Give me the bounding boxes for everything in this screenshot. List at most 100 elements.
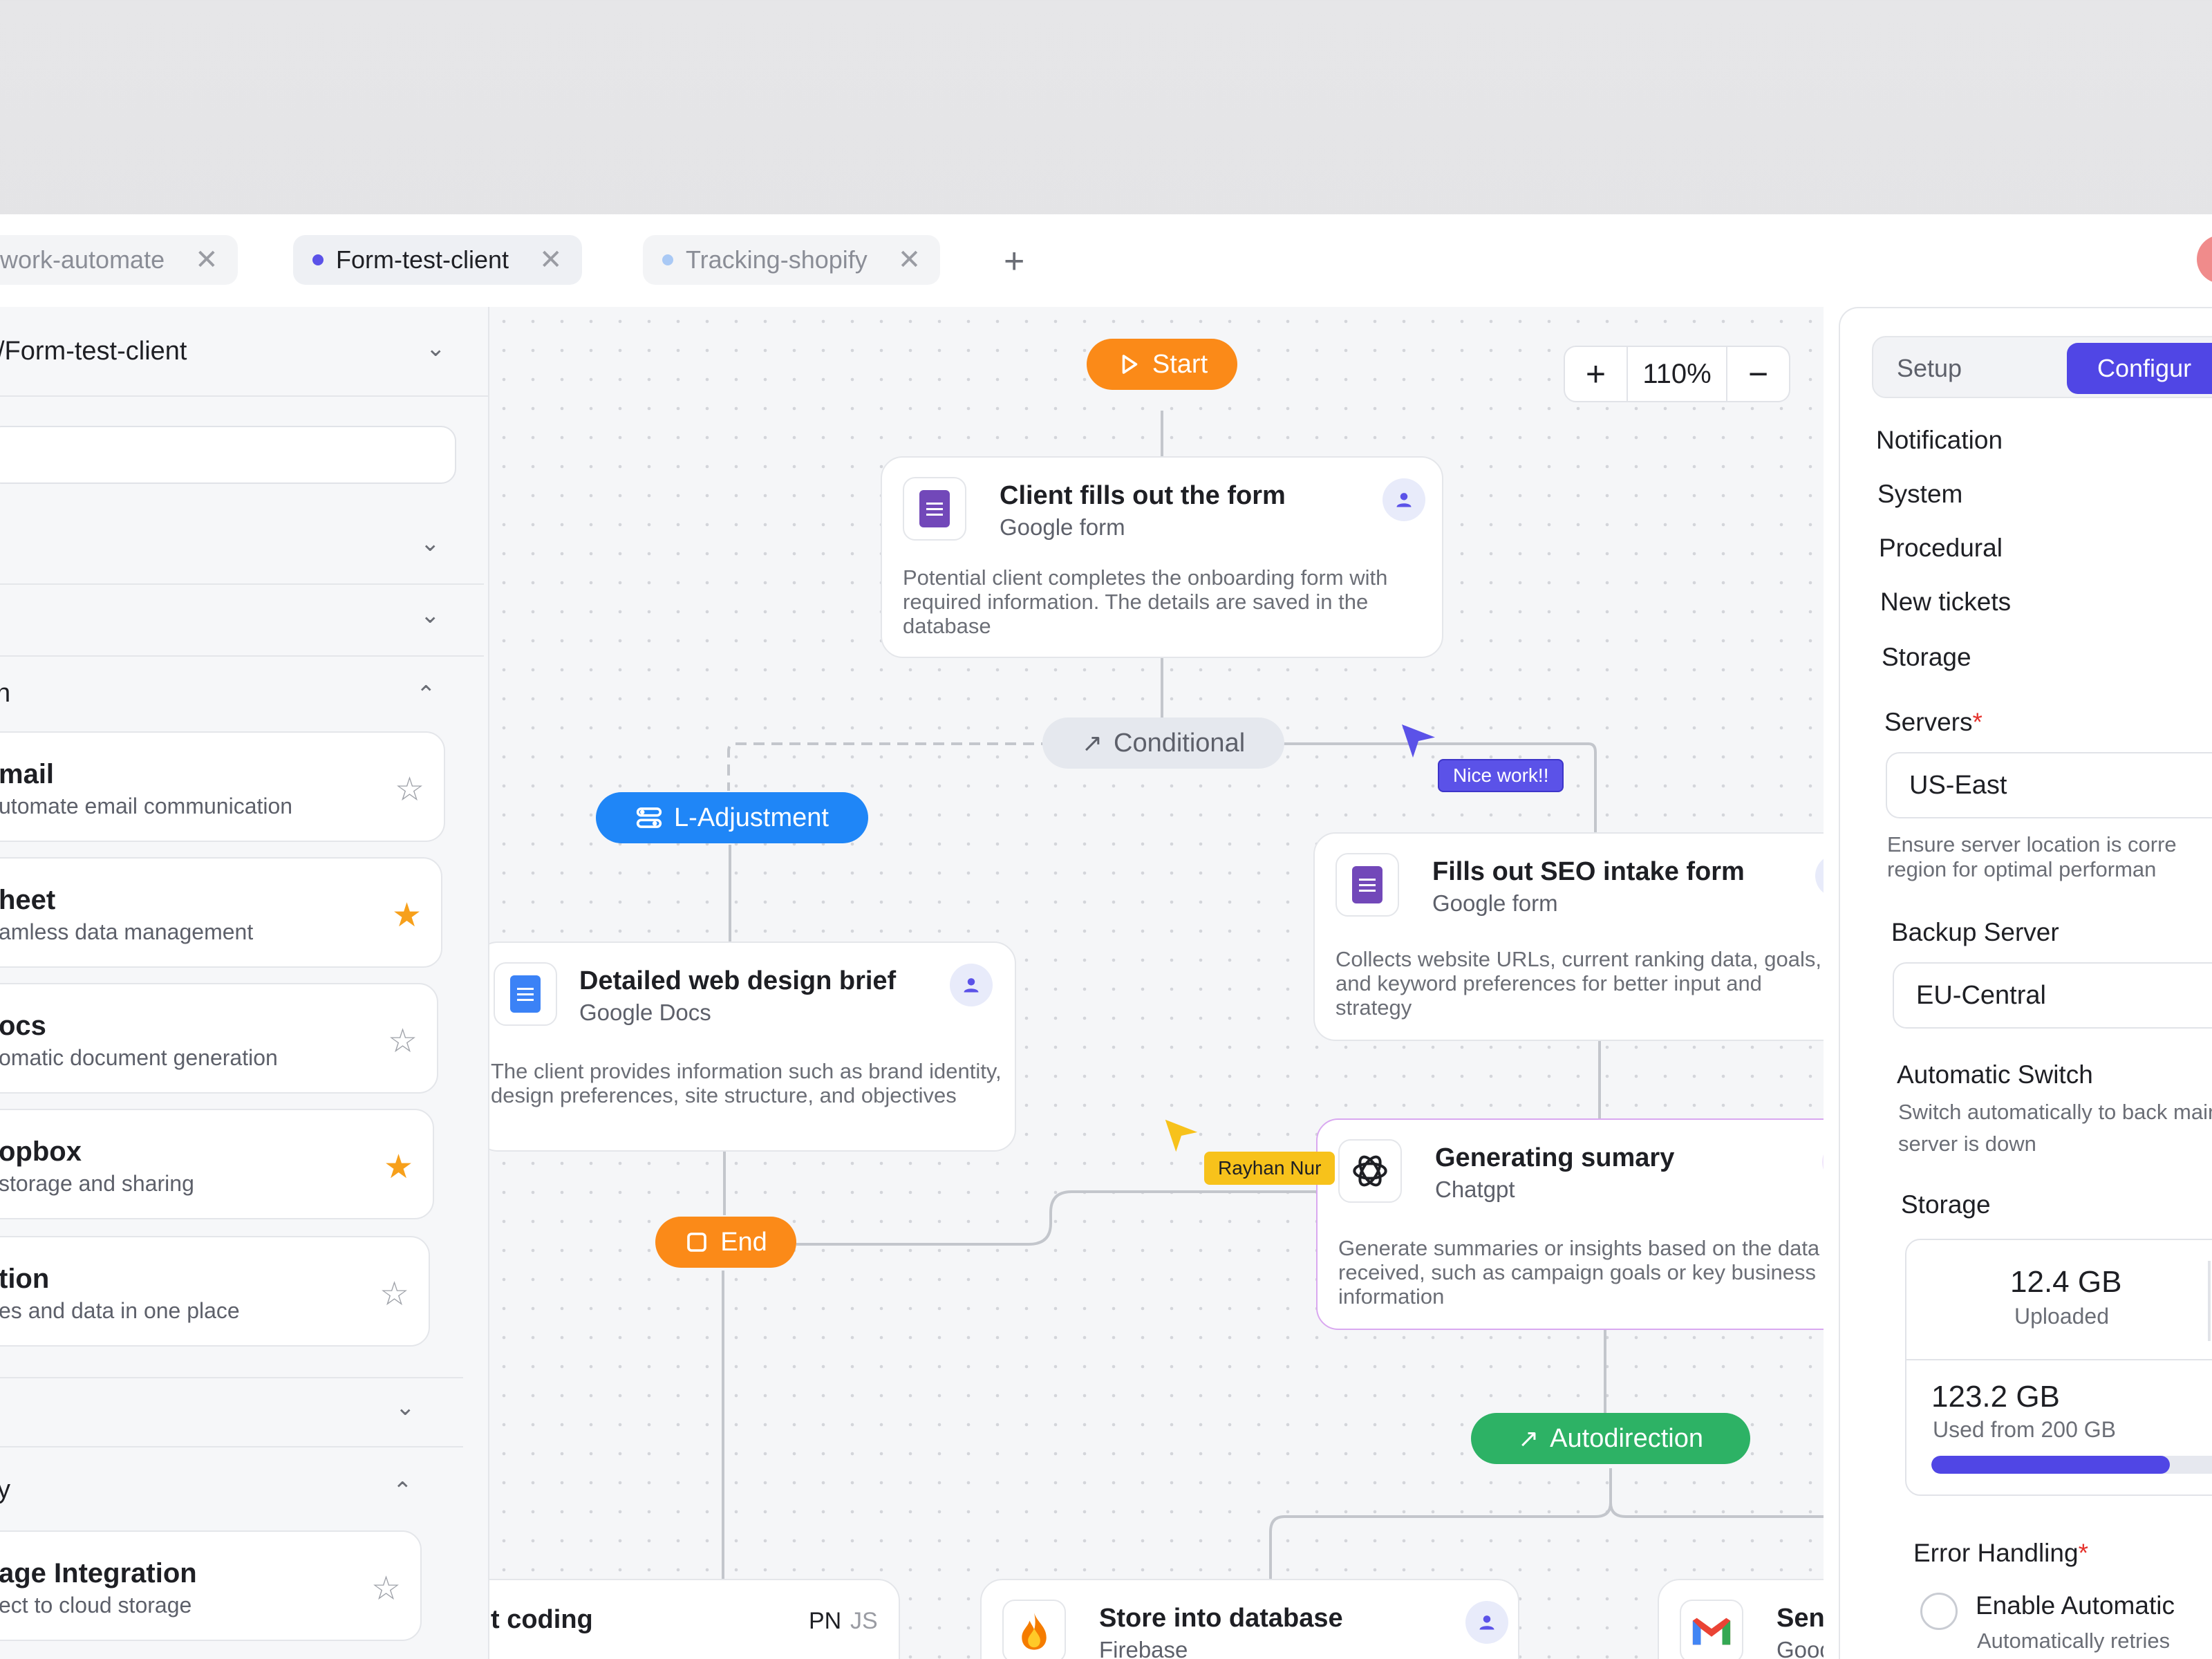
node-web-design-brief[interactable]: Detailed web design brief Google Docs Th… (489, 941, 1016, 1152)
integration-card-storage[interactable]: age Integration ect to cloud storage ☆ (0, 1530, 422, 1641)
google-form-icon (903, 477, 966, 541)
notification-item-system[interactable]: System (1877, 480, 1962, 509)
search-input[interactable] (0, 426, 456, 484)
notification-item-procedural[interactable]: Procedural (1879, 534, 2003, 563)
tab-setup[interactable]: Setup (1897, 343, 1962, 394)
node-client-form[interactable]: Client fills out the form Google form Po… (881, 456, 1443, 658)
node-coding[interactable]: t coding PN JS (489, 1579, 900, 1659)
google-docs-icon (494, 962, 557, 1026)
google-form-icon (1335, 853, 1399, 917)
autodirection-node[interactable]: ↗ Autodirection (1471, 1413, 1750, 1464)
zoom-out-button[interactable]: − (1727, 347, 1789, 401)
storage-summary: 12.4 GB Uploaded 123.2 GB Used from 200 … (1905, 1239, 2212, 1496)
node-title: Store into database (1099, 1604, 1343, 1633)
sidebar-section-integrations[interactable]: n ⌄ (0, 658, 484, 729)
node-title: Generating sumary (1435, 1143, 1675, 1172)
close-icon[interactable]: ✕ (898, 244, 921, 276)
chevron-down-icon: ⌄ (395, 1394, 415, 1421)
tag-js[interactable]: JS (850, 1608, 878, 1635)
arrow-up-right-icon: ↗ (1081, 729, 1103, 757)
node-generating-summary[interactable]: Generating sumary Chatgpt Generate summa… (1316, 1118, 1824, 1330)
conditional-node[interactable]: ↗ Conditional (1042, 718, 1284, 769)
tab-configure[interactable]: Configur (2067, 343, 2212, 394)
card-subtitle: omatic document generation (0, 1045, 278, 1070)
end-node[interactable]: End (655, 1217, 796, 1268)
sidebar-section-collapsed-2[interactable]: ⌄ (0, 586, 484, 657)
storage-progress-track (1931, 1456, 2212, 1474)
node-description: Generate summaries or insights based on … (1338, 1236, 1820, 1309)
card-title: age Integration (0, 1558, 197, 1588)
star-icon[interactable]: ★ (384, 1147, 413, 1186)
arrow-up-right-icon: ↗ (1518, 1424, 1539, 1452)
zoom-in-button[interactable]: + (1565, 347, 1627, 401)
node-seo-intake-form[interactable]: Fills out SEO intake form Google form Co… (1313, 832, 1824, 1041)
node-title: Detailed web design brief (579, 966, 897, 995)
app-window: work-automate ✕ Form-test-client ✕ Track… (0, 214, 2212, 1659)
workflow-selector[interactable]: /Form-test-client ⌄ (0, 307, 488, 397)
integration-card-notion[interactable]: tion es and data in one place ☆ (0, 1236, 430, 1347)
sidebar-section-collapsed-3[interactable]: ⌄ (0, 1377, 463, 1447)
sidebar-section-storage[interactable]: y ⌄ (0, 1454, 463, 1525)
integration-card-dropbox[interactable]: opbox storage and sharing ★ (0, 1109, 434, 1219)
star-icon[interactable]: ☆ (395, 770, 424, 809)
cursor-pointer-icon (1402, 724, 1435, 758)
active-dot-icon (312, 254, 324, 265)
panel-tabs: Setup Configur (1872, 336, 2212, 398)
chatgpt-icon (1338, 1139, 1402, 1203)
dot-icon (662, 254, 673, 265)
node-send-email[interactable]: Send a Google (1658, 1579, 1824, 1659)
close-icon[interactable]: ✕ (539, 244, 563, 276)
autodirection-label: Autodirection (1550, 1423, 1703, 1453)
l-adjustment-node[interactable]: L-Adjustment (596, 792, 868, 843)
star-icon[interactable]: ☆ (371, 1569, 401, 1608)
storage-progress-fill (1931, 1456, 2170, 1474)
node-app: Google (1777, 1637, 1824, 1659)
gmail-icon (1680, 1600, 1743, 1659)
avatar[interactable] (2197, 235, 2212, 283)
tab-label: work-automate (0, 245, 165, 274)
servers-field[interactable] (1886, 752, 2212, 818)
backup-server-field[interactable] (1893, 962, 2212, 1029)
star-icon[interactable]: ☆ (379, 1275, 409, 1313)
divider (2208, 1261, 2211, 1341)
star-icon[interactable]: ★ (392, 896, 422, 935)
user-icon[interactable] (950, 964, 993, 1006)
card-subtitle: amless data management (0, 919, 254, 944)
notification-title: Notification (1876, 426, 2003, 454)
node-title: Fills out SEO intake form (1432, 857, 1745, 886)
user-icon[interactable] (1465, 1601, 1508, 1644)
integration-card-docs[interactable]: ocs omatic document generation ☆ (0, 983, 438, 1094)
add-tab-plus-icon[interactable]: + (1004, 241, 1024, 282)
tab-label: Form-test-client (336, 245, 509, 274)
close-icon[interactable]: ✕ (195, 244, 218, 276)
sparkle-icon[interactable]: ✦ (1822, 1141, 1824, 1183)
star-icon[interactable]: ☆ (388, 1022, 418, 1060)
tab-form-test-client[interactable]: Form-test-client ✕ (293, 235, 582, 285)
card-title: ocs (0, 1011, 46, 1041)
user-icon[interactable] (1382, 478, 1425, 521)
integration-card-sheets[interactable]: heet amless data management ★ (0, 857, 442, 968)
sidebar-section-collapsed-1[interactable]: ⌄ (0, 514, 484, 585)
uploaded-label: Uploaded (2014, 1304, 2109, 1329)
user-icon[interactable] (1815, 854, 1824, 897)
integration-card-gmail[interactable]: mail utomate email communication ☆ (0, 731, 445, 842)
enable-automatic-hint: Automatically retries (1977, 1629, 2171, 1653)
error-handling-label: Error Handling* (1913, 1539, 2088, 1567)
workflow-canvas[interactable]: + 110% − Start Client fills out the form… (489, 307, 1824, 1659)
tag-pn[interactable]: PN (809, 1608, 841, 1635)
tab-work-automate[interactable]: work-automate ✕ (0, 235, 238, 285)
tab-tracking-shopify[interactable]: Tracking-shopify ✕ (643, 235, 941, 285)
card-subtitle: utomate email communication (0, 794, 293, 818)
notification-item-storage[interactable]: Storage (1882, 643, 1971, 672)
node-store-database[interactable]: Store into database Firebase (980, 1579, 1519, 1659)
notification-item-new-tickets[interactable]: New tickets (1880, 588, 2011, 617)
start-node[interactable]: Start (1087, 339, 1237, 390)
node-description: Collects website URLs, current ranking d… (1335, 947, 1821, 1020)
used-label: Used from 200 GB (1933, 1417, 2116, 1442)
node-app: Google form (1000, 514, 1125, 540)
chevron-up-icon: ⌄ (416, 679, 436, 706)
enable-automatic-radio[interactable] (1920, 1593, 1958, 1630)
config-panel: Setup Configur Notification System Proce… (1839, 307, 2212, 1659)
servers-hint: Ensure server location is corre region f… (1887, 832, 2177, 881)
enable-automatic-label: Enable Automatic (1976, 1591, 2175, 1620)
